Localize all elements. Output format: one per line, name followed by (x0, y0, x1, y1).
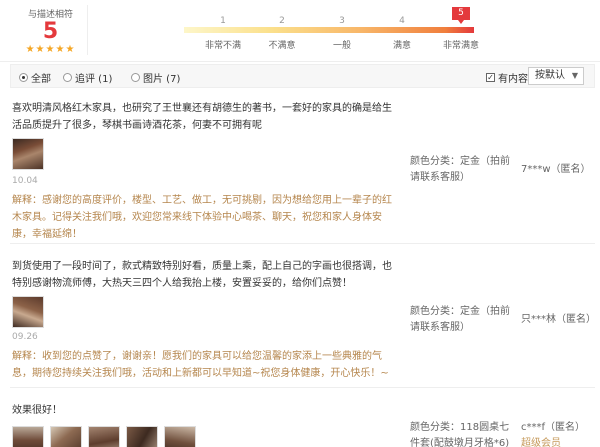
sort-select-value: 按默认 (535, 70, 565, 81)
review-photo[interactable] (126, 426, 158, 447)
radio-selected-icon (19, 73, 28, 82)
review-username: 只***林（匿名） (521, 314, 596, 325)
review-filter-bar: 全部 追评 (1) 图片 (7) ✓ 有内容 按默认 ▼ (10, 64, 595, 88)
review-sku: 颜色分类：118圆桌七件套(配鼓墩月牙格*6)实际 (410, 422, 510, 447)
review-photo[interactable] (12, 138, 44, 170)
seller-reply: 解释：收到您的点赞了，谢谢亲！愿我们的家具可以给您温馨的家添上一些典雅的气息，期… (12, 351, 389, 379)
selected-score-flag: 5 (452, 7, 470, 24)
review-photo[interactable] (164, 426, 196, 447)
has-content-label: 有内容 (498, 74, 528, 85)
rating-scale: 1 2 3 4 5 非常不满 不满意 一般 满意 非常满意 (184, 7, 484, 52)
review-item: 喜欢明清风格红木家具，也研究了王世襄还有胡德生的著书，一套好的家具的确是给生活品… (10, 96, 595, 244)
scale-word-4: 满意 (392, 41, 411, 51)
review-photos (12, 296, 44, 328)
score-value: 5 (42, 19, 59, 44)
rating-summary: 与描述相符 5 ★★★★★ 1 2 3 4 5 非常不满 不满意 一般 满意 非… (0, 0, 600, 62)
radio-icon (131, 73, 140, 82)
review-photos (12, 426, 196, 447)
review-photo[interactable] (50, 426, 82, 447)
review-photo[interactable] (12, 296, 44, 328)
review-item: 效果很好！ 颜色分类：118圆桌七件套(配鼓墩月牙格*6)实际 c***f（匿名… (10, 398, 595, 447)
filter-followup-label: 追评 (1) (75, 74, 113, 85)
scale-number-3: 3 (339, 16, 345, 26)
filter-images-label: 图片 (7) (143, 74, 181, 85)
scale-number-4: 4 (399, 16, 405, 26)
checkbox-checked-icon: ✓ (486, 73, 495, 82)
seller-reply: 解释：感谢您的高度评价，楼型、工艺、做工，无可挑剔，因为想给您用上一辈子的红木家… (12, 195, 392, 240)
review-username: c***f（匿名） (521, 422, 586, 433)
review-user-block: c***f（匿名） 超级会员 (521, 420, 591, 447)
filter-followup[interactable]: 追评 (1) (63, 70, 112, 85)
radio-icon (63, 73, 72, 82)
review-photo[interactable] (88, 426, 120, 447)
review-text: 到货使用了一段时间了，款式精致特别好看，质量上乘，配上自己的字画也很搭调，也特别… (12, 261, 392, 289)
review-sku: 颜色分类：定金（拍前请联系客服） (410, 156, 510, 183)
scale-word-1: 非常不满 (204, 41, 241, 51)
review-username: 7***w（匿名） (521, 164, 591, 175)
review-item: 到货使用了一段时间了，款式精致特别好看，质量上乘，配上自己的字画也很搭调，也特别… (10, 254, 596, 388)
filter-all-label: 全部 (31, 74, 51, 85)
review-photo[interactable] (12, 426, 44, 447)
chevron-down-icon: ▼ (571, 71, 578, 80)
review-date: 10.04 (12, 176, 38, 186)
member-level-badge: 超级会员 (521, 438, 561, 447)
sort-select[interactable]: 按默认 ▼ (528, 67, 584, 85)
scale-number-1: 1 (220, 16, 226, 26)
scale-word-3: 一般 (332, 41, 351, 51)
review-sku: 颜色分类：定金（拍前请联系客服） (410, 306, 510, 333)
filter-images[interactable]: 图片 (7) (131, 70, 180, 85)
star-icon-row: ★★★★★ (25, 44, 76, 55)
scale-number-2: 2 (279, 16, 285, 26)
rating-scale-bar (184, 27, 474, 33)
has-content-toggle[interactable]: ✓ 有内容 (486, 70, 528, 85)
review-text: 喜欢明清风格红木家具，也研究了王世襄还有胡德生的著书，一套好的家具的确是给生活品… (12, 103, 392, 131)
review-photos (12, 138, 44, 170)
scale-word-5: 非常满意 (442, 41, 479, 51)
scale-word-2: 不满意 (268, 41, 296, 51)
review-text: 效果很好！ (12, 405, 62, 416)
filter-all[interactable]: 全部 (19, 70, 51, 85)
score-block: 与描述相符 5 ★★★★★ (14, 5, 88, 55)
review-date: 09.26 (12, 332, 38, 342)
